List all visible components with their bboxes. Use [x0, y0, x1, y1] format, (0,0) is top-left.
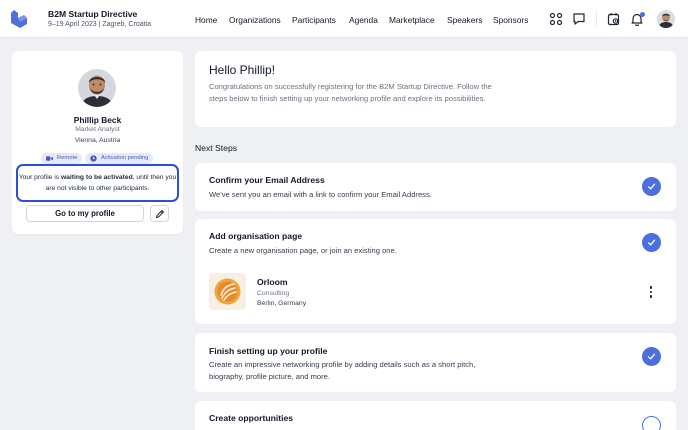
step-title: Add organisation page: [209, 231, 303, 241]
step-card-add-organisation: Add organisation page Create a new organ…: [195, 219, 676, 324]
step-complete-check: [642, 233, 661, 252]
profile-card: Phillip Beck Market Analyst Vienna, Aust…: [12, 51, 183, 234]
nav-organizations[interactable]: Organizations: [229, 15, 281, 25]
nav-marketplace[interactable]: Marketplace: [389, 15, 435, 25]
app-logo-icon[interactable]: [11, 10, 27, 28]
step-description: We've sent you an email with a link to c…: [209, 190, 432, 199]
notice-text-bold: waiting to be activated: [60, 174, 133, 181]
organisation-location: Berlin, Germany: [257, 300, 307, 307]
notice-text-prefix: Your profile is: [18, 174, 61, 181]
checkmark-icon: [647, 353, 656, 360]
step-description: Create an impressive networking profile …: [209, 360, 476, 381]
step-card-create-opportunities: Create opportunities: [195, 401, 676, 430]
edit-profile-button[interactable]: [150, 205, 169, 222]
profile-role: Market Analyst: [75, 126, 120, 133]
checkmark-icon: [647, 239, 656, 246]
activation-notice: Your profile is waiting to be activated,…: [16, 164, 179, 202]
chat-icon[interactable]: [572, 12, 586, 26]
go-to-profile-button[interactable]: Go to my profile: [26, 205, 144, 222]
event-dates-location: 9–19 April 2023 | Zagreb, Croatia: [48, 21, 151, 28]
step-description: Create a new organisation page, or join …: [209, 246, 397, 255]
top-header: B2M Startup Directive 9–19 April 2023 | …: [0, 0, 688, 38]
remote-badge: Remote: [41, 153, 83, 164]
step-card-confirm-email: Confirm your Email Address We've sent yo…: [195, 163, 676, 211]
nav-sponsors[interactable]: Sponsors: [493, 15, 528, 25]
step-card-finish-profile: Finish setting up your profile Create an…: [195, 333, 676, 392]
welcome-text: Congratulations on successfully register…: [209, 82, 492, 103]
nav-agenda[interactable]: Agenda: [349, 15, 378, 25]
activation-badge-label: Activation pending: [101, 155, 149, 161]
step-title: Confirm your Email Address: [209, 175, 325, 185]
organisation-logo[interactable]: [209, 273, 246, 310]
profile-avatar: [78, 69, 116, 107]
event-title: B2M Startup Directive: [48, 9, 138, 19]
more-options-icon[interactable]: [647, 285, 655, 299]
organisation-category: Consulting: [257, 290, 290, 297]
nav-home[interactable]: Home: [195, 15, 217, 25]
notification-dot: [640, 12, 645, 17]
profile-name: Phillip Beck: [73, 115, 122, 125]
nav-participants[interactable]: Participants: [292, 15, 336, 25]
calendar-clock-icon[interactable]: [607, 12, 621, 26]
apps-grid-icon[interactable]: [549, 12, 563, 26]
checkmark-icon: [647, 183, 656, 190]
remote-badge-label: Remote: [57, 155, 78, 161]
clock-icon: [90, 155, 97, 162]
step-complete-check: [642, 347, 661, 366]
organisation-name[interactable]: Orloom: [257, 277, 288, 287]
pencil-icon: [156, 210, 164, 218]
activation-pending-badge: Activation pending: [85, 153, 154, 164]
next-steps-heading: Next Steps: [195, 143, 238, 153]
header-divider: [596, 11, 597, 27]
welcome-card: Hello Phillip! Congratulations on succes…: [195, 51, 676, 127]
step-complete-check: [642, 177, 661, 196]
step-incomplete-circle[interactable]: [642, 416, 661, 430]
profile-location: Vienna, Austria: [74, 137, 121, 144]
video-camera-icon: [46, 156, 53, 161]
step-title: Create opportunities: [209, 413, 294, 423]
nav-speakers[interactable]: Speakers: [447, 15, 482, 25]
step-title: Finish setting up your profile: [209, 346, 328, 356]
welcome-title: Hello Phillip!: [209, 63, 276, 77]
user-avatar[interactable]: [657, 10, 675, 28]
